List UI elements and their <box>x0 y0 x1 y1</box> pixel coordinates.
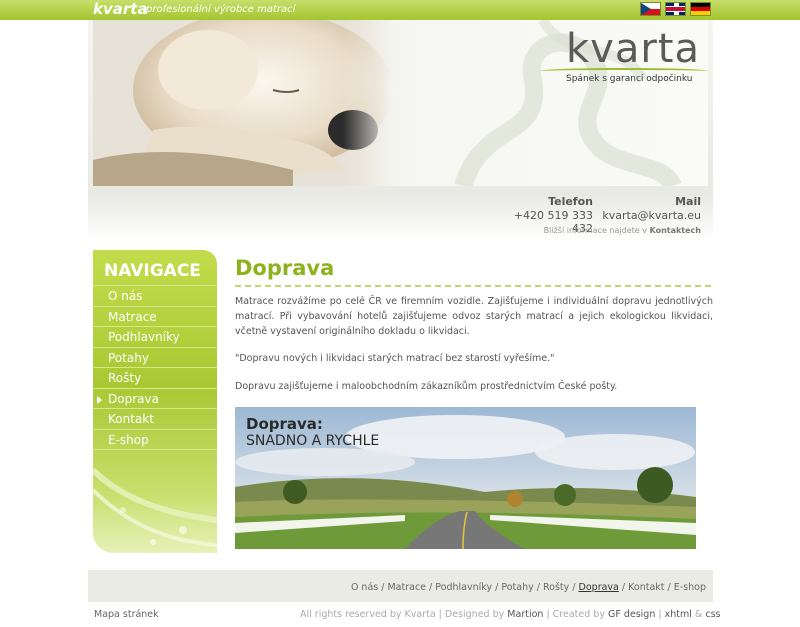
rights-text: All rights reserved by Kvarta <box>300 609 436 620</box>
mail-link[interactable]: kvarta@kvarta.eu <box>600 209 701 222</box>
contact-note-text: Bližší informace najdete v <box>543 226 647 235</box>
footer-link-potahy[interactable]: Potahy <box>501 582 533 593</box>
nav-item-matrace[interactable]: Matrace <box>93 306 217 327</box>
phone-label: Telefon <box>548 195 593 208</box>
top-tagline: profesionální výrobce matrací <box>146 4 296 15</box>
footer-link-doprava[interactable]: Doprava <box>579 582 619 593</box>
designer-link[interactable]: Martion <box>507 609 543 620</box>
footer-link-podhlavniky[interactable]: Podhlavníky <box>435 582 492 593</box>
nav-swirl-decoration <box>93 467 217 547</box>
sitemap-link[interactable]: Mapa stránek <box>94 609 159 620</box>
brand-logo[interactable]: kvarta <box>566 26 700 72</box>
content-paragraph-2: "Dopravu nových i likvidaci starých matr… <box>235 353 555 364</box>
footer-link-e-shop[interactable]: E-shop <box>674 582 706 593</box>
sidebar-navigation: NAVIGACE O nás Matrace Podhlavníky Potah… <box>93 250 217 553</box>
nav-item-potahy[interactable]: Potahy <box>93 347 217 368</box>
footer-link-kontakt[interactable]: Kontakt <box>628 582 664 593</box>
title-divider <box>235 285 711 287</box>
contact-note-link[interactable]: Kontaktech <box>650 226 701 235</box>
nav-item-doprava[interactable]: Doprava <box>93 388 217 409</box>
copyright: All rights reserved by Kvarta | Designed… <box>300 609 721 620</box>
photo-title: Doprava: <box>246 415 323 433</box>
css-link[interactable]: css <box>705 609 720 620</box>
sleeping-dog-image <box>93 20 393 186</box>
contact-note: Bližší informace najdete v Kontaktech <box>540 226 701 235</box>
creator-link[interactable]: GF design <box>608 609 655 620</box>
xhtml-link[interactable]: xhtml <box>665 609 692 620</box>
footer-link-matrace[interactable]: Matrace <box>387 582 426 593</box>
mail-label: Mail <box>675 195 701 208</box>
nav-title: NAVIGACE <box>104 261 201 281</box>
photo-subtitle: SNADNO A RYCHLE <box>246 433 380 449</box>
designed-by-text: Designed by <box>444 609 505 620</box>
content-paragraph-3: Dopravu zajišťujeme i maloobchodním záka… <box>235 381 618 392</box>
nav-item-rosty[interactable]: Rošty <box>93 367 217 388</box>
top-logo[interactable]: kvarta <box>93 0 148 18</box>
footer-link-o-nas[interactable]: O nás <box>351 582 378 593</box>
de-flag-icon[interactable] <box>690 2 711 16</box>
uk-flag-icon[interactable] <box>665 2 686 16</box>
cz-flag-icon[interactable] <box>640 2 661 16</box>
footer-link-rosty[interactable]: Rošty <box>543 582 569 593</box>
brand-slogan: Spánek s garancí odpočinku <box>566 74 693 84</box>
nav-item-kontakt[interactable]: Kontakt <box>93 408 217 429</box>
content-paragraph-1: Matrace rozvážíme po celé ČR ve firemním… <box>235 296 713 337</box>
created-by-text: Created by <box>552 609 605 620</box>
page-title: Doprava <box>235 256 335 280</box>
nav-item-o-nas[interactable]: O nás <box>93 285 217 306</box>
nav-item-podhlavniky[interactable]: Podhlavníky <box>93 326 217 347</box>
transport-photo: Doprava: SNADNO A RYCHLE <box>235 407 696 549</box>
footer-navigation: O nás / Matrace / Podhlavníky / Potahy /… <box>350 582 706 593</box>
tech-and: & <box>694 609 703 620</box>
nav-item-e-shop[interactable]: E-shop <box>93 429 217 450</box>
